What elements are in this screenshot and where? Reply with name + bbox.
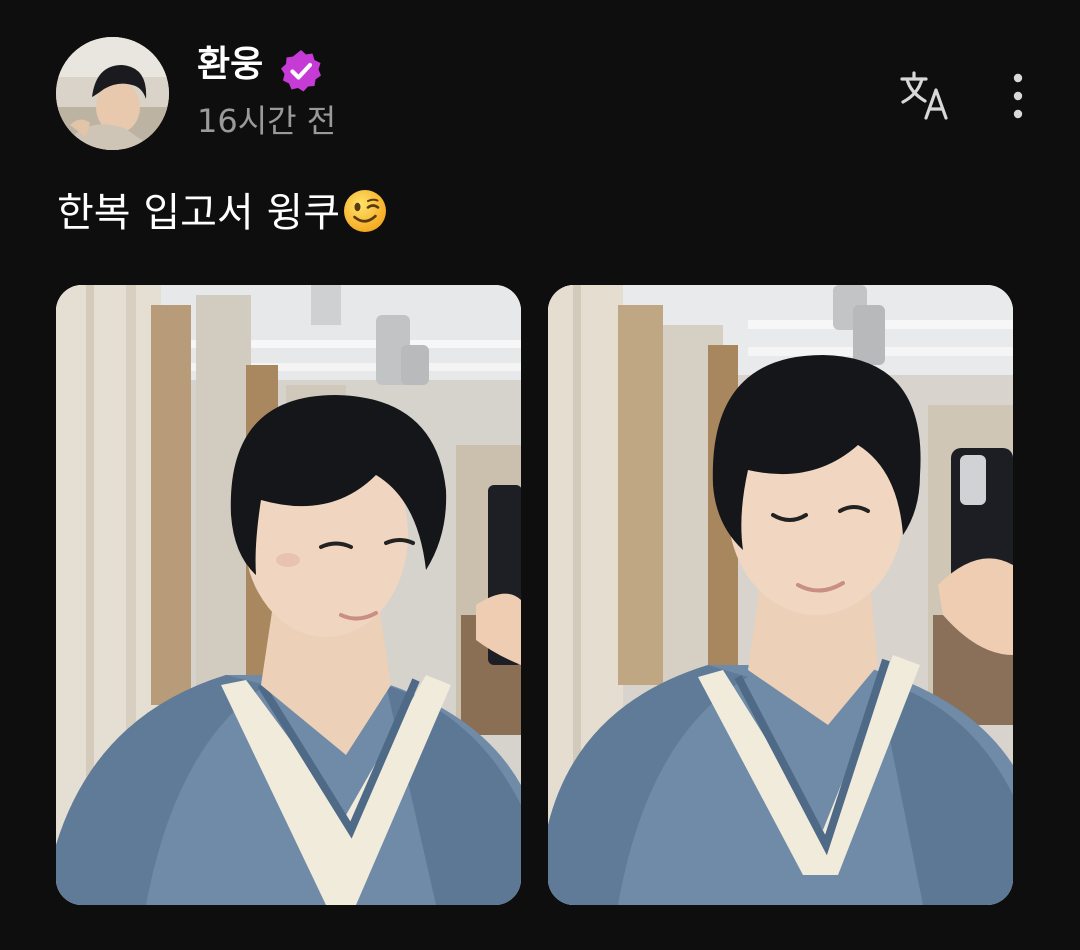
post-body: 한복 입고서 윙쿠 (57, 185, 388, 241)
verified-badge-icon (277, 47, 325, 95)
post-photo-2[interactable] (548, 285, 1013, 905)
more-options-button[interactable] (996, 66, 1040, 126)
post-text: 한복 입고서 윙쿠 (57, 190, 341, 236)
author-name[interactable]: 환웅 (197, 40, 263, 90)
winking-face-icon (342, 188, 388, 234)
photo-image-2 (548, 285, 1013, 905)
post-timestamp: 16시간 전 (197, 102, 337, 140)
avatar-image (56, 37, 169, 150)
translate-icon (900, 71, 948, 120)
post-photo-1[interactable] (56, 285, 521, 905)
post-card: 환웅 16시간 전 한복 입고서 윙쿠 (0, 0, 1080, 950)
more-vertical-icon (1013, 73, 1023, 119)
author-avatar[interactable] (56, 37, 169, 150)
photo-image-1 (56, 285, 521, 905)
translate-button[interactable] (896, 66, 956, 126)
